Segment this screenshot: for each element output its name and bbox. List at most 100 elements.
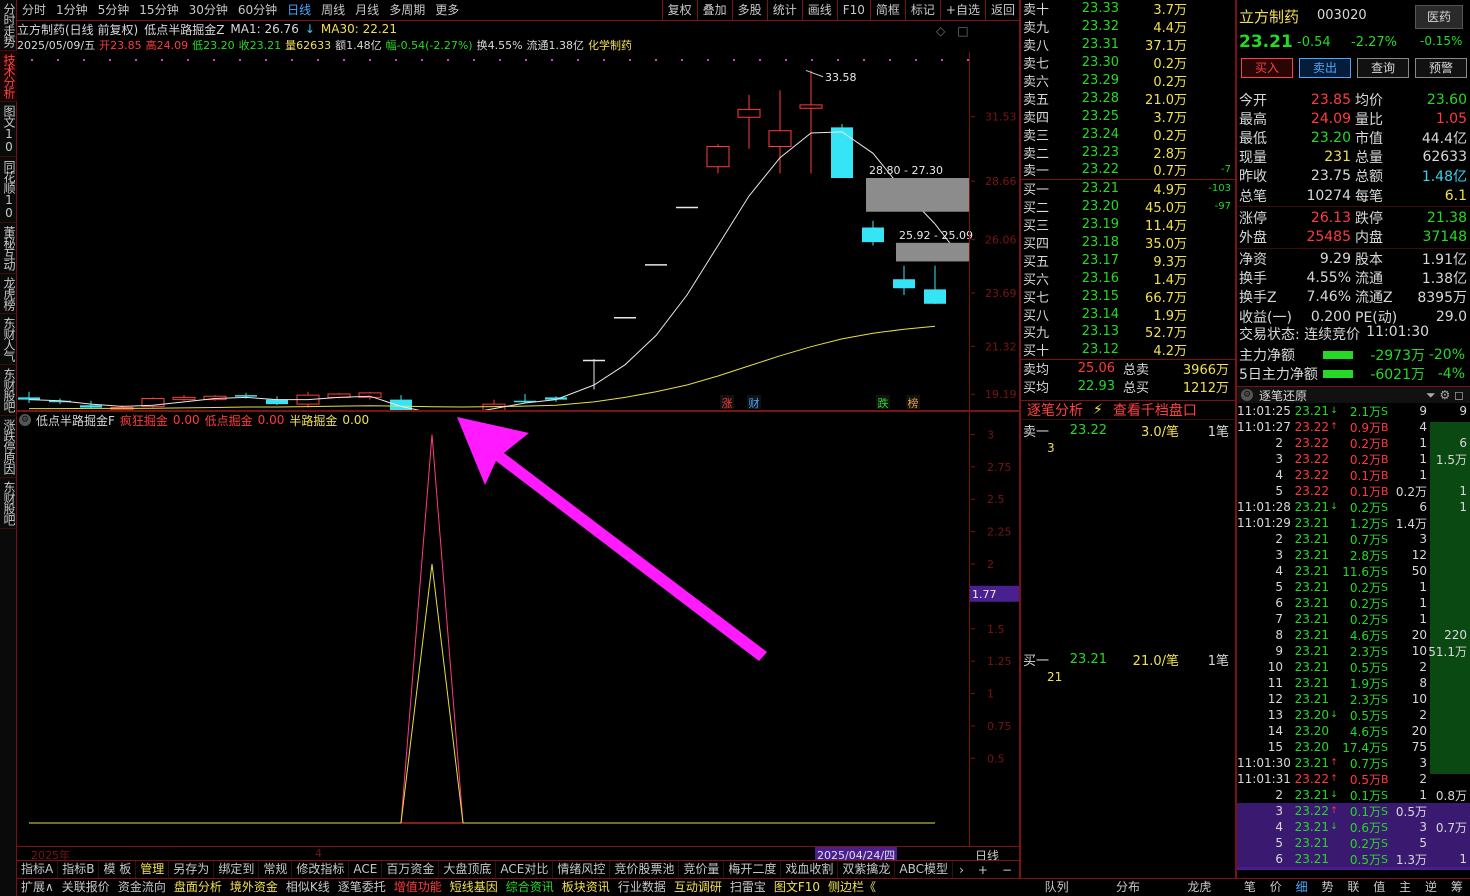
buy-level-row[interactable]: 买六 23.16 1.4万 (1021, 269, 1235, 288)
candlestick-chart[interactable]: 31.53 28.66 26.06 23.69 21.32 19.19 28.80 - 27… (17, 52, 1020, 412)
indicator-tab[interactable]: 百万资金 (382, 861, 440, 878)
tick-row[interactable]: 4 23.21 11.6万 S 50 (1237, 563, 1470, 579)
tick-row[interactable]: 13 23.20 ↓ 0.5万 S 2 (1237, 707, 1470, 723)
period-tab[interactable]: 60分钟 (233, 0, 282, 20)
toolbar-button[interactable]: 简框 (869, 0, 905, 21)
tick-replay-header[interactable]: ⚙ 逐笔还原 ⏷ ⚙ ◻ (1237, 386, 1470, 403)
buy-level-row[interactable]: 买七 23.15 66.7万 (1021, 287, 1235, 306)
buy-level-row[interactable]: 买九 23.13 52.7万 (1021, 323, 1235, 341)
sidebar-item[interactable]: 图文10 (0, 102, 17, 157)
sidebar-item[interactable]: 龙虎榜 (0, 274, 17, 314)
tick-row[interactable]: 3 23.21 2.8万 S 12 (1237, 547, 1470, 563)
indicator-tab[interactable]: 大盘顶底 (439, 861, 497, 878)
tick-row[interactable]: 3 23.22 ↑ 0.1万 S 0.5万 (1237, 803, 1470, 819)
period-tab[interactable]: 月线 (350, 0, 384, 20)
order-book-tab[interactable]: 队列 (1045, 878, 1069, 896)
sell-level-row[interactable]: 卖六 23.29 0.2万 (1021, 72, 1235, 90)
function-tab[interactable]: 扩展∧ (17, 879, 58, 896)
tick-row[interactable]: 11:01:25 23.21 ↓ 2.1万 S 9 9 (1237, 403, 1470, 419)
function-tab[interactable]: 境外资金 (226, 879, 282, 896)
indicator-tab[interactable]: 梅开二度 (724, 861, 782, 878)
buy-level-row[interactable]: 买一 23.21 4.9万 -103 (1021, 180, 1235, 198)
tick-row[interactable]: 6 23.21 0.2万 S 1 (1237, 595, 1470, 611)
sidebar-item[interactable]: 同花顺10 (0, 157, 17, 223)
tick-row[interactable]: 4 23.21 ↓ 0.6万 S 3 0.7万 (1237, 819, 1470, 835)
indicator-tab[interactable]: 情绪风控 (553, 861, 611, 878)
indicator-tab[interactable]: 绑定到 (214, 861, 260, 878)
indicator-tab[interactable]: 指标B (58, 861, 100, 878)
minus-icon[interactable]: − (1002, 863, 1012, 877)
tick-row[interactable]: 2 23.21 ↓ 0.1万 S 1 0.8万 (1237, 787, 1470, 803)
plus-icon[interactable]: + (978, 863, 988, 877)
sidebar-item[interactable]: 分时走势 (0, 0, 17, 51)
quote-tab[interactable]: 联 (1347, 878, 1359, 896)
toolbar-button[interactable]: 画线 (801, 0, 837, 21)
tick-row[interactable]: 4 23.22 0.1万 B 1 (1237, 467, 1470, 483)
sell-button[interactable]: 卖出 (1299, 58, 1351, 78)
tick-list[interactable]: 11:01:25 23.21 ↓ 2.1万 S 9 9 11:01:27 23.22 ↑ 0.9万 B… (1237, 403, 1470, 867)
buy-level-row[interactable]: 买十 23.12 4.2万 (1021, 341, 1235, 359)
tick-row[interactable]: 11:01:27 23.22 ↑ 0.9万 B 4 (1237, 419, 1470, 435)
indicator-tab[interactable]: ACE对比 (496, 861, 554, 878)
tick-row[interactable]: 2 23.21 0.7万 S 3 (1237, 531, 1470, 547)
sector-link[interactable]: 化学制药 (588, 37, 632, 52)
tick-row[interactable]: 2 23.22 0.2万 B 1 6 (1237, 435, 1470, 451)
tick-row[interactable]: 9 23.21 2.3万 S 10 51.1万 (1237, 643, 1470, 659)
indicator-tab[interactable]: 修改指标 (292, 861, 350, 878)
indicator-chart[interactable]: 32.752.52.2521.751.51.2510.750.51.77 (17, 428, 1020, 846)
tick-row[interactable]: 11:01:29 23.21 1.2万 S 1.4万 (1237, 515, 1470, 531)
quote-tab[interactable]: 筹 (1451, 878, 1463, 896)
function-tab[interactable]: 盘面分析 (170, 879, 226, 896)
toolbar-button[interactable]: F10 (836, 0, 870, 21)
tick-row[interactable]: 6 23.21 0.5万 S 1.3万 1 (1237, 851, 1470, 867)
function-tab[interactable]: 逐笔委托 (334, 879, 390, 896)
buy-level-row[interactable]: 买四 23.18 35.0万 (1021, 234, 1235, 252)
filter-icon[interactable]: ⏷ ⚙ ◻ (1426, 388, 1464, 403)
function-tab[interactable]: 互动调研 (670, 879, 726, 896)
function-tab[interactable]: 板块资讯 (558, 879, 614, 896)
tick-row[interactable]: 3 23.22 0.2万 B 1 1.5万 (1237, 451, 1470, 467)
sidebar-item[interactable]: 技术分析 (0, 51, 17, 102)
function-tab[interactable]: 综合资讯 (502, 879, 558, 896)
sidebar-item[interactable]: 东财股吧 (0, 365, 17, 416)
query-button[interactable]: 查询 (1357, 58, 1409, 78)
period-tab[interactable]: 1分钟 (51, 0, 93, 20)
indicator-tab[interactable]: 戏血收割 (781, 861, 839, 878)
sell-level-row[interactable]: 卖四 23.25 3.7万 (1021, 107, 1235, 126)
function-tab[interactable]: 关联报价 (58, 879, 114, 896)
alert-button[interactable]: 预警 (1415, 58, 1467, 78)
sell-level-row[interactable]: 卖九 23.32 4.4万 (1021, 18, 1235, 36)
buy-level-row[interactable]: 买八 23.14 1.9万 (1021, 305, 1235, 324)
square-icon[interactable]: □ (957, 24, 968, 38)
function-tab[interactable]: 侧边栏《 (824, 879, 880, 896)
tick-row[interactable]: 5 23.22 0.1万 B 0.2万 1 (1237, 483, 1470, 499)
toolbar-button[interactable]: 统计 (766, 0, 802, 21)
tick-analysis-tab[interactable]: 逐笔分析 (1021, 400, 1083, 420)
toolbar-button[interactable]: +自选 (939, 0, 985, 21)
indicator-tab[interactable]: 模 板 (99, 861, 137, 878)
tick-row[interactable]: 11:01:28 23.21 ↓ 0.2万 S 6 1 (1237, 499, 1470, 515)
depth-view-link[interactable]: 查看千档盘口 (1113, 400, 1197, 420)
tick-row[interactable]: 8 23.21 4.6万 S 20 220 (1237, 627, 1470, 643)
function-tab[interactable]: 相似K线 (282, 879, 334, 896)
sell-level-row[interactable]: 卖一 23.22 0.7万 -7 (1021, 161, 1235, 179)
industry-button[interactable]: 医药 (1415, 5, 1463, 29)
period-tab[interactable]: 更多 (430, 0, 464, 20)
indicator-tab[interactable]: 竞价股票池 (610, 861, 680, 878)
indicator-tab[interactable]: 双紫擒龙 (838, 861, 896, 878)
quote-tab[interactable]: 逆 (1425, 878, 1437, 896)
period-tab[interactable]: 15分钟 (134, 0, 183, 20)
sell-level-row[interactable]: 卖二 23.23 2.8万 (1021, 143, 1235, 162)
sell-level-row[interactable]: 卖三 23.24 0.2万 (1021, 125, 1235, 144)
quote-tab[interactable]: 势 (1322, 878, 1334, 896)
tick-row[interactable]: 7 23.21 0.2万 S 1 (1237, 611, 1470, 627)
sidebar-item[interactable]: 东财股吧 (0, 478, 17, 529)
toolbar-button[interactable]: 多股 (731, 0, 767, 21)
function-tab[interactable]: 短线基因 (446, 879, 502, 896)
indicator-tab[interactable]: 指标A (17, 861, 59, 878)
toolbar-button[interactable]: 返回 (984, 0, 1020, 21)
order-book-tab[interactable]: 龙虎 (1187, 878, 1211, 896)
toolbar-button[interactable]: 标记 (904, 0, 940, 21)
period-tab[interactable]: 分时 (17, 0, 51, 20)
indicator-tab[interactable]: 管理 (136, 861, 170, 878)
